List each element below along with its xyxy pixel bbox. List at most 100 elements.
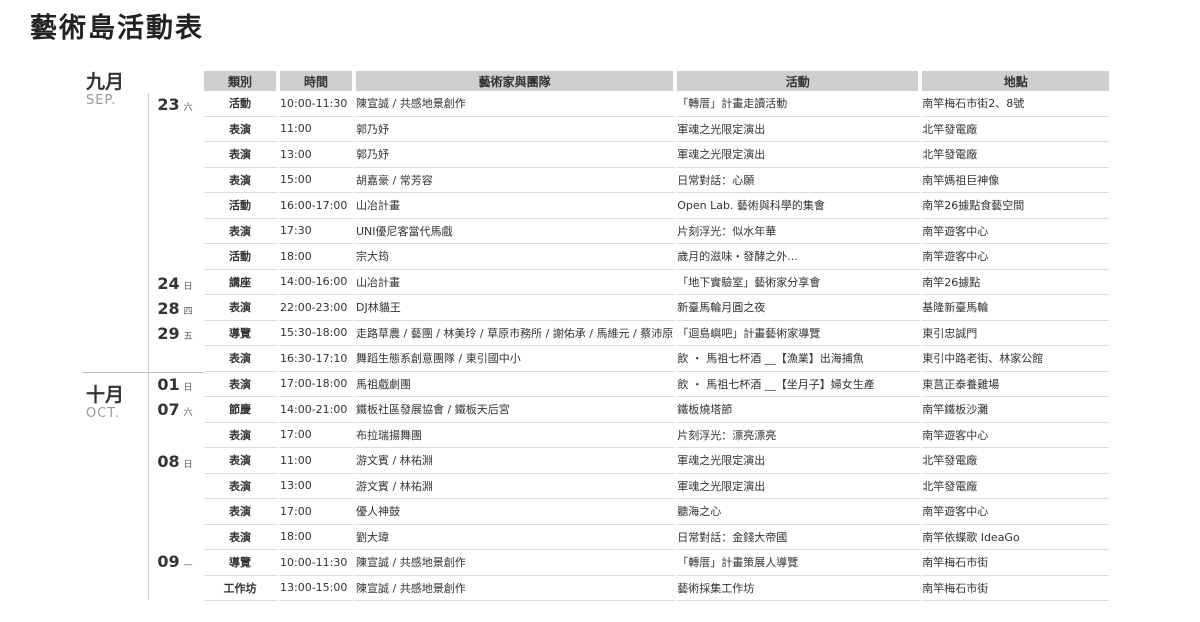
day-label: 24 日 [150, 274, 200, 297]
time-cell: 15:00 [280, 167, 356, 193]
place-cell: 南竿遊客中心 [922, 244, 1110, 270]
month-october: 十月 OCT. [86, 384, 124, 422]
time-cell: 14:00-16:00 [280, 269, 356, 295]
day-label: 23 六 [150, 95, 200, 118]
time-cell: 17:00 [280, 499, 356, 525]
time-cell: 10:00-11:30 [280, 91, 356, 117]
place-cell: 北竿發電廠 [922, 142, 1110, 168]
day-label: 01 日 [150, 375, 200, 398]
activity-cell: 片刻浮光：漂亮漂亮 [677, 422, 923, 448]
place-cell: 東引忠誠門 [922, 321, 1110, 346]
table-row: 講座 14:00-16:00 山冶計畫 「地下實驗室」藝術家分享會 南竿26據點 [204, 269, 1110, 295]
activity-cell: 日常對話：金錢大帝國 [677, 524, 923, 550]
artist-cell: 布拉瑞揚舞團 [356, 422, 678, 448]
weekday: 四 [183, 307, 193, 317]
table-row: 表演 11:00 游文賓 / 林祐淵 軍魂之光限定演出 北竿發電廠 [204, 448, 1110, 474]
day-number: 23 [157, 95, 180, 114]
event-type-cell: 表演 [204, 167, 280, 193]
table-row: 表演 18:00 劉大瑋 日常對話：金錢大帝國 南竿依蝶歌 IdeaGo [204, 524, 1110, 550]
weekday: 日 [183, 383, 193, 393]
time-cell: 15:30-18:00 [280, 320, 356, 346]
place-cell: 東莒正泰養雞場 [922, 372, 1110, 397]
artist-cell: 走路草農 / 藝團 / 林美玲 / 草原市務所 / 謝佑承 / 馬維元 / 蔡沛… [356, 320, 678, 346]
day-label: 08 日 [150, 452, 200, 475]
table-row: 表演 11:00 郭乃妤 軍魂之光限定演出 北竿發電廠 [204, 116, 1110, 142]
activity-cell: 飲 ・ 馬祖七杯酒 __【坐月子】婦女生產 [677, 371, 923, 397]
day-number: 09 [157, 552, 180, 571]
place-cell: 南竿26據點食藝空間 [922, 193, 1110, 219]
month-name: 十月 [86, 384, 125, 406]
event-type-cell: 工作坊 [204, 575, 280, 601]
time-cell: 11:00 [280, 448, 356, 474]
table-row: 表演 17:30 UNI優尼客當代馬戲 片刻浮光：似水年華 南竿遊客中心 [204, 218, 1110, 244]
weekday: 五 [183, 332, 193, 342]
table-row: 表演 15:00 胡嘉豪 / 常芳容 日常對話：心願 南竿媽祖巨神像 [204, 167, 1110, 193]
month-name: 九月 [86, 71, 125, 93]
time-cell: 11:00 [280, 116, 356, 142]
artist-cell: 劉大瑋 [356, 524, 678, 550]
table-row: 活動 18:00 宗大筠 歲月的滋味・發酵之外... 南竿遊客中心 [204, 244, 1110, 270]
activity-cell: 新臺馬輪月圓之夜 [677, 295, 923, 321]
header-artist: 藝術家與團隊 [356, 71, 678, 91]
weekday: 日 [183, 282, 193, 292]
place-cell: 北竿發電廠 [922, 117, 1110, 142]
table-row: 導覽 15:30-18:00 走路草農 / 藝團 / 林美玲 / 草原市務所 / 謝… [204, 320, 1110, 346]
place-cell: 南竿鐵板沙灘 [922, 397, 1110, 423]
time-cell: 18:00 [280, 244, 356, 270]
artist-cell: DJ林貓王 [356, 295, 678, 321]
activity-cell: 軍魂之光限定演出 [677, 142, 923, 168]
activity-cell: 片刻浮光：似水年華 [677, 218, 923, 244]
event-type-cell: 表演 [204, 295, 280, 321]
time-cell: 14:00-21:00 [280, 397, 356, 423]
day-label: 29 五 [150, 324, 200, 347]
artist-cell: 郭乃妤 [356, 116, 678, 142]
artist-cell: 鐵板社區發展協會 / 鐵板天后宮 [356, 397, 678, 423]
month-divider [82, 372, 204, 373]
place-cell: 南竿遊客中心 [922, 219, 1110, 244]
time-cell: 17:00-18:00 [280, 371, 356, 397]
activity-cell: 藝術採集工作坊 [677, 575, 923, 601]
event-type-cell: 講座 [204, 269, 280, 295]
time-cell: 13:00-15:00 [280, 575, 356, 601]
table-row: 表演 13:00 郭乃妤 軍魂之光限定演出 北竿發電廠 [204, 142, 1110, 168]
day-number: 07 [157, 400, 180, 419]
place-cell: 南竿梅石市街 [922, 576, 1110, 601]
day-number: 08 [157, 452, 180, 471]
day-label: 07 六 [150, 400, 200, 423]
day-number: 29 [157, 324, 180, 343]
time-cell: 13:00 [280, 473, 356, 499]
day-label: 09— [150, 552, 200, 575]
activity-cell: 日常對話：心願 [677, 167, 923, 193]
weekday: 六 [183, 408, 193, 418]
month-name-en: OCT. [86, 406, 120, 421]
date-column-divider [148, 93, 149, 600]
table-row: 表演 16:30-17:10 舞蹈生態系創意團隊 / 東引國中小飲 ・ 馬祖七杯酒 … [204, 346, 1110, 372]
activity-cell: 軍魂之光限定演出 [677, 448, 923, 474]
header-type: 類別 [204, 71, 280, 91]
place-cell: 基隆新臺馬輪 [922, 295, 1110, 321]
table-row: 活動 16:00-17:00 山冶計畫 Open Lab. 藝術與科學的集會 南竿26據… [204, 193, 1110, 219]
activity-cell: 軍魂之光限定演出 [677, 116, 923, 142]
place-cell: 南竿遊客中心 [922, 499, 1110, 525]
event-type-cell: 導覽 [204, 550, 280, 576]
header-time: 時間 [280, 71, 356, 91]
month-name-en: SEP. [86, 93, 117, 108]
weekday: 日 [183, 460, 193, 470]
table-row: 表演 13:00 游文賓 / 林祐淵 軍魂之光限定演出 北竿發電廠 [204, 473, 1110, 499]
event-type-cell: 表演 [204, 422, 280, 448]
activity-cell: 「轉厝」計畫策展人導覽 [677, 550, 923, 576]
place-cell: 東引中路老街、林家公館 [922, 346, 1110, 372]
event-type-cell: 活動 [204, 193, 280, 219]
event-type-cell: 表演 [204, 473, 280, 499]
artist-cell: 游文賓 / 林祐淵 [356, 448, 678, 474]
table-row: 導覽 10:00-11:30 陳宣誠 / 共感地景創作 「轉厝」計畫策展人導覽 南竿梅石… [204, 550, 1110, 576]
event-type-cell: 表演 [204, 218, 280, 244]
time-cell: 10:00-11:30 [280, 550, 356, 576]
header-row: 類別 時間 藝術家與團隊 活動 地點 [204, 71, 1110, 91]
artist-cell: 山冶計畫 [356, 193, 678, 219]
table-row: 表演 17:00-18:00 馬祖戲劇團飲 ・ 馬祖七杯酒 __【坐月子】婦女生產東… [204, 371, 1110, 397]
event-type-cell: 導覽 [204, 320, 280, 346]
artist-cell: UNI優尼客當代馬戲 [356, 218, 678, 244]
time-cell: 17:00 [280, 422, 356, 448]
activity-cell: 「地下實驗室」藝術家分享會 [677, 269, 923, 295]
